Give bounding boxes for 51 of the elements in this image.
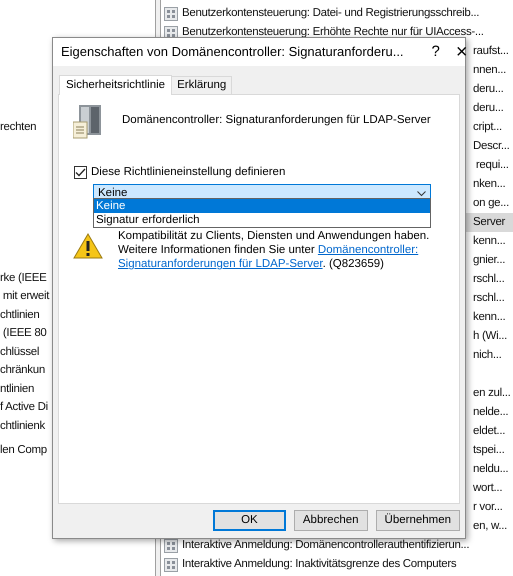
policy-name[interactable]: rschl... [473,270,504,288]
policy-name[interactable]: deru... [473,80,504,98]
policy-name[interactable]: tspei... [473,442,504,460]
policy-link[interactable]: Domänencontroller: [318,244,418,256]
policy-name[interactable]: h (Wi... [473,328,508,346]
reference-text: . (Q823659) [322,258,384,270]
policy-name[interactable]: Benutzerkontensteuerung: Erhöhte Rechte nur für UIAccess-... [182,24,484,42]
policy-name[interactable]: Interaktive Anmeldung: Domänencontrollerauthentifizierun... [182,536,470,554]
policy-icon [164,558,178,572]
policy-name[interactable]: Interaktive Anmeldung: Inaktivitätsgrenze des Computers [182,556,456,574]
checkbox[interactable] [74,166,87,180]
tab[interactable]: Sicherheitsrichtlinie [59,75,172,95]
warning-text: Kompatibilität zu Clients, Diensten und Anwendungen haben. [118,229,430,244]
policy-name[interactable]: requi... [473,156,509,174]
dropdown-option[interactable]: Keine [94,199,430,213]
policy-name[interactable]: nich... [473,346,502,364]
policy-name[interactable]: kenn... [473,232,506,250]
dialog-button[interactable]: OK [212,510,286,531]
policy-name[interactable]: nken... [473,176,506,194]
tab[interactable]: Erklärung [171,76,232,94]
policy-name[interactable]: Benutzerkontensteuerung: Datei- und Registrierungsschreib... [182,4,480,22]
policy-name[interactable]: wort... [473,480,502,498]
policy-name[interactable]: en, w... [473,518,508,536]
policy-name[interactable]: r vor... [473,498,503,516]
policy-name[interactable]: neldu... [473,460,508,478]
policy-name[interactable]: nelde... [473,404,508,422]
policy-name: Domänencontroller: Signaturanforderungen für LDAP-Server [122,113,431,128]
info-text: Weitere Informationen finden Sie unter [118,244,315,256]
policy-name[interactable]: eldet... [473,422,506,440]
policy-name[interactable]: kenn... [473,308,506,326]
policy-icon [164,6,178,20]
policy-name[interactable]: on ge... [473,194,509,212]
policy-name[interactable]: nnen... [473,62,506,80]
policy-link[interactable]: Signaturanforderungen für LDAP-Server [118,258,323,270]
window-title: Eigenschaften von Domänencontroller: Signaturanforderu... [61,43,404,62]
dropdown-option[interactable]: Signatur erforderlich [94,213,430,227]
checkbox-label: Diese Richtlinieneinstellung definieren [91,165,286,180]
policy-name[interactable]: raufst... [473,42,509,60]
dialog-button[interactable]: Übernehmen [376,510,460,531]
close-button[interactable]: × [456,42,468,62]
policy-name[interactable]: cript... [473,118,502,136]
warning-icon [73,233,103,260]
chevron-down-icon [417,190,426,197]
policy-name[interactable]: Server [473,214,506,232]
policy-name[interactable]: rschl... [473,290,504,308]
policy-name[interactable]: gnier... [473,252,506,270]
dialog-button[interactable]: Abbrechen [294,510,368,531]
policy-name[interactable]: Descr... [473,138,510,156]
policy-name[interactable]: deru... [473,100,504,118]
policy-name[interactable]: en zul... [473,384,511,402]
help-button[interactable]: ? [432,40,440,64]
